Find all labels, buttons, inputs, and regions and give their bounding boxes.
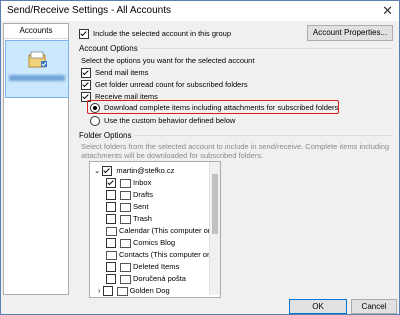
- drafts-icon: [120, 190, 131, 200]
- tree-checkbox[interactable]: [106, 214, 116, 225]
- tree-checkbox[interactable]: [106, 238, 116, 249]
- custom-behavior-radio[interactable]: [90, 116, 100, 127]
- accounts-header: Accounts: [4, 24, 68, 39]
- folder-icon: [120, 202, 131, 212]
- account-options-subtitle: Select the options you want for the sele…: [81, 56, 255, 65]
- tree-scrollbar[interactable]: [209, 162, 220, 295]
- accounts-panel: Accounts: [3, 23, 69, 295]
- folder-options-divider: [135, 135, 393, 136]
- include-account-row[interactable]: Include the selected account in this gro…: [79, 29, 232, 40]
- close-icon[interactable]: ✕: [382, 3, 393, 19]
- title-bar: Send/Receive Settings - All Accounts ✕: [1, 1, 399, 21]
- tree-item-calendar[interactable]: Calendar (This computer on: [106, 226, 212, 236]
- tree-item-label: Drafts: [133, 190, 154, 199]
- account-item-selected[interactable]: [5, 40, 69, 98]
- custom-behavior-row[interactable]: Use the custom behavior defined below: [90, 116, 236, 127]
- custom-behavior-label: Use the custom behavior defined below: [104, 116, 236, 125]
- folder-options-title: Folder Options: [79, 131, 132, 140]
- tree-item-dorucena[interactable]: Doručená pošta: [106, 274, 186, 285]
- tree-item-comics[interactable]: Comics Blog: [106, 238, 176, 249]
- get-unread-label: Get folder unread count for subscribed f…: [95, 80, 248, 89]
- tree-checkbox[interactable]: [106, 262, 116, 273]
- folder-options-description: Select folders from the selected account…: [81, 142, 390, 160]
- tree-item-label: Trash: [133, 214, 152, 223]
- tree-item-label: Calendar (This computer on: [119, 226, 212, 235]
- send-receive-dialog: Send/Receive Settings - All Accounts ✕ A…: [0, 0, 400, 315]
- tree-item-trash[interactable]: Trash: [106, 214, 152, 225]
- cancel-button[interactable]: Cancel: [351, 299, 397, 314]
- tree-item-label: Sent: [133, 202, 149, 211]
- tree-checkbox[interactable]: [102, 286, 113, 297]
- send-mail-checkbox[interactable]: [81, 68, 91, 79]
- folder-icon: [120, 178, 131, 188]
- folder-icon: [120, 238, 131, 248]
- get-unread-row[interactable]: Get folder unread count for subscribed f…: [81, 80, 248, 91]
- tree-checkbox[interactable]: [106, 178, 116, 189]
- account-properties-button[interactable]: Account Properties...: [307, 25, 393, 41]
- folder-icon: [120, 274, 131, 284]
- account-options-divider: [141, 48, 393, 49]
- download-complete-label: Download complete items including attach…: [104, 103, 339, 112]
- download-complete-row[interactable]: Download complete items including attach…: [90, 103, 339, 114]
- tree-checkbox[interactable]: [106, 274, 116, 285]
- account-options-title: Account Options: [79, 44, 138, 53]
- account-label-blurred: [9, 75, 65, 81]
- tree-item-contacts[interactable]: Contacts (This computer onl: [106, 250, 213, 260]
- tree-item-label: Deleted Items: [133, 262, 180, 271]
- tree-checkbox[interactable]: [106, 202, 116, 213]
- folder-tree[interactable]: ⌄ martin@stefko.cz Inbox Drafts Sent Tra…: [89, 161, 221, 298]
- tree-item-label: Comics Blog: [133, 238, 176, 247]
- send-mail-row[interactable]: Send mail items: [81, 68, 149, 79]
- tree-item-deleted[interactable]: Deleted Items: [106, 262, 180, 273]
- folder-icon: [120, 214, 131, 224]
- tree-item-label: Contacts (This computer onl: [119, 250, 213, 259]
- expand-icon[interactable]: ⌄: [94, 166, 100, 175]
- folder-icon: [116, 286, 128, 296]
- tree-item-drafts[interactable]: Drafts: [106, 190, 154, 201]
- scrollbar-thumb[interactable]: [212, 174, 218, 234]
- get-unread-checkbox[interactable]: [81, 80, 91, 91]
- tree-item-label: Doručená pošta: [133, 274, 186, 283]
- tree-item-label: martin@stefko.cz: [116, 166, 175, 175]
- tree-checkbox[interactable]: [102, 166, 113, 177]
- tree-item-label: Inbox: [133, 178, 152, 187]
- expand-right-icon[interactable]: ›: [98, 286, 101, 295]
- download-complete-radio[interactable]: [90, 103, 100, 114]
- window-title: Send/Receive Settings - All Accounts: [7, 5, 171, 16]
- tree-item-sent[interactable]: Sent: [106, 202, 149, 213]
- send-mail-label: Send mail items: [95, 68, 149, 77]
- tree-item-label: Golden Dog: [129, 286, 170, 295]
- tree-item-account[interactable]: ⌄ martin@stefko.cz: [94, 166, 175, 177]
- include-account-label: Include the selected account in this gro…: [93, 29, 232, 38]
- contacts-icon: [106, 250, 117, 260]
- folder-icon: [120, 262, 131, 272]
- account-icon: [28, 51, 47, 68]
- tree-checkbox[interactable]: [106, 190, 116, 201]
- tree-item-golden-dog[interactable]: › Golden Dog: [98, 286, 170, 297]
- tree-item-inbox[interactable]: Inbox: [106, 178, 152, 189]
- include-account-checkbox[interactable]: [79, 29, 89, 40]
- calendar-icon: [106, 226, 117, 236]
- ok-button[interactable]: OK: [289, 299, 347, 314]
